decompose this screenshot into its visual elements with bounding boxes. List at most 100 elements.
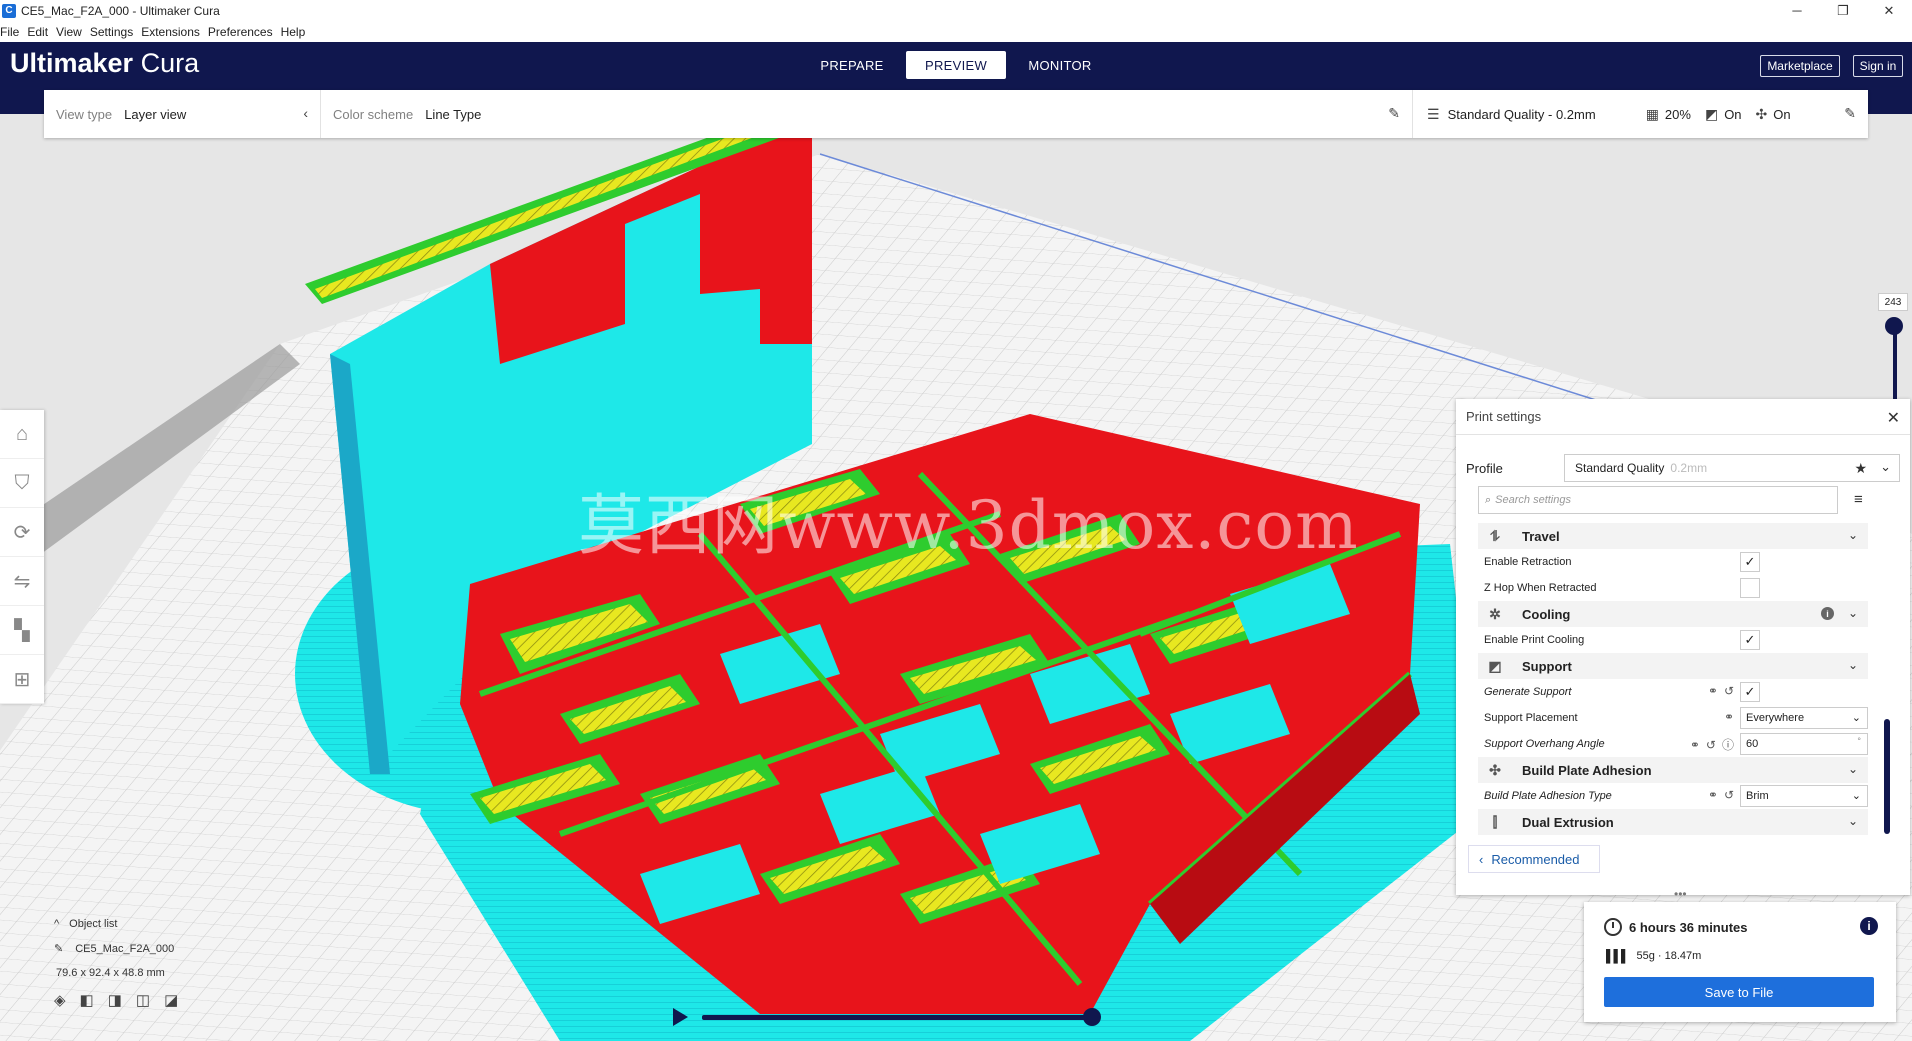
- layer-slider-handle[interactable]: [1885, 317, 1903, 335]
- support-icon[interactable]: ⛉: [0, 459, 44, 508]
- chevron-left-icon: ‹: [303, 105, 308, 121]
- simulation-slider-handle[interactable]: [1083, 1008, 1101, 1026]
- support-blocker-icon[interactable]: ⊞: [0, 655, 44, 704]
- output-action-panel: 6 hours 36 minutes i ▌▌▌ 55g · 18.47m Sa…: [1584, 902, 1896, 1022]
- pencil-icon: ✎: [54, 943, 64, 955]
- support-placement-dropdown[interactable]: Everywhere ⌄: [1740, 707, 1868, 729]
- view-left-icon[interactable]: ◫: [136, 991, 164, 1009]
- tab-prepare[interactable]: PREPARE: [802, 51, 902, 79]
- support-toolbar-icon: ◩: [1704, 105, 1719, 122]
- mirror-icon[interactable]: ⇋: [0, 557, 44, 606]
- setting-label: Enable Retraction: [1484, 556, 1572, 568]
- generate-support-checkbox[interactable]: ✓: [1740, 682, 1760, 702]
- fan-icon: ✲: [1489, 605, 1501, 622]
- settings-menu-icon[interactable]: ≡: [1854, 491, 1863, 508]
- print-time-value: 6 hours 36 minutes: [1629, 919, 1748, 935]
- profile-layer-height: 0.2mm: [1670, 461, 1708, 475]
- category-cooling[interactable]: ✲ Cooling i ⌄: [1478, 601, 1868, 627]
- prime-tower-icon[interactable]: ⌂: [0, 410, 44, 459]
- resize-handle-icon[interactable]: •••: [1674, 887, 1687, 901]
- quality-icon: ☰: [1427, 105, 1440, 122]
- profile-dropdown[interactable]: Standard Quality 0.2mm ★ ⌄: [1564, 454, 1900, 482]
- tab-monitor[interactable]: MONITOR: [1010, 51, 1110, 79]
- menu-extensions[interactable]: Extensions: [139, 25, 206, 39]
- view-type-selector[interactable]: View type Layer view ‹: [44, 90, 321, 138]
- settings-scrollbar[interactable]: [1884, 719, 1890, 834]
- view-right-icon[interactable]: ◪: [164, 991, 192, 1009]
- category-name: Support: [1522, 658, 1572, 674]
- enable-retraction-checkbox[interactable]: ✓: [1740, 552, 1760, 572]
- setting-enable-cooling: Enable Print Cooling ✓: [1478, 627, 1868, 653]
- layer-slider-track[interactable]: [1893, 325, 1897, 399]
- category-name: Cooling: [1522, 606, 1571, 622]
- category-support[interactable]: ◩ Support ⌄: [1478, 653, 1868, 679]
- star-icon[interactable]: ★: [1854, 460, 1867, 477]
- menu-help[interactable]: Help: [279, 25, 312, 39]
- chevron-down-icon: ⌄: [1847, 814, 1858, 828]
- search-icon: ⌕: [1485, 493, 1492, 506]
- view-3d-icon[interactable]: ◈: [54, 991, 80, 1009]
- window-title: CE5_Mac_F2A_000 - Ultimaker Cura: [21, 3, 220, 18]
- marketplace-button[interactable]: Marketplace: [1760, 55, 1840, 77]
- search-placeholder: Search settings: [1495, 494, 1571, 506]
- object-dimensions: 79.6 x 92.4 x 48.8 mm: [56, 967, 165, 979]
- search-input[interactable]: ⌕ Search settings: [1478, 486, 1838, 514]
- info-icon[interactable]: i: [1821, 607, 1834, 620]
- tab-preview[interactable]: PREVIEW: [906, 51, 1006, 79]
- play-icon[interactable]: [673, 1008, 688, 1026]
- sign-in-button[interactable]: Sign in: [1853, 55, 1903, 77]
- object-name: CE5_Mac_F2A_000: [75, 942, 175, 955]
- per-model-icon[interactable]: ▚: [0, 606, 44, 655]
- simulation-slider-track[interactable]: [702, 1015, 1092, 1020]
- close-icon[interactable]: ✕: [1887, 408, 1900, 428]
- enable-cooling-checkbox[interactable]: ✓: [1740, 630, 1760, 650]
- category-dual-extrusion[interactable]: ⫿ Dual Extrusion ⌄: [1478, 809, 1868, 835]
- save-to-file-button[interactable]: Save to File: [1604, 977, 1874, 1007]
- spool-icon: ▌▌▌: [1606, 949, 1629, 963]
- print-setup-selector[interactable]: ☰ Standard Quality - 0.2mm ▦ 20% ◩ On ✣ …: [1413, 90, 1868, 138]
- category-travel[interactable]: ⥮ Travel ⌄: [1478, 523, 1868, 549]
- window-controls: ─ ❐ ✕: [1774, 0, 1912, 21]
- object-item[interactable]: ✎ CE5_Mac_F2A_000: [54, 942, 192, 956]
- menu-edit[interactable]: Edit: [25, 25, 54, 39]
- print-settings-panel: Print settings ✕ Profile Standard Qualit…: [1456, 399, 1910, 901]
- overhang-angle-input[interactable]: 60 °: [1740, 733, 1868, 755]
- layer-number[interactable]: 243: [1878, 293, 1908, 311]
- color-scheme-label: Color scheme: [333, 106, 414, 122]
- object-list-title: Object list: [69, 918, 118, 930]
- profile-value: Standard Quality: [1575, 461, 1665, 475]
- info-icon[interactable]: i: [1860, 917, 1878, 935]
- chevron-down-icon: ⌄: [1847, 606, 1858, 620]
- profile-row: Profile Standard Quality 0.2mm ★ ⌄: [1466, 454, 1900, 482]
- recommended-button[interactable]: ‹ Recommended: [1468, 845, 1600, 873]
- chevron-down-icon: ⌄: [1847, 762, 1858, 776]
- link-reset-info-icons[interactable]: ⚭↺ⓘ: [1690, 736, 1740, 753]
- adhesion-type-dropdown[interactable]: Brim ⌄: [1740, 785, 1868, 807]
- maximize-button[interactable]: ❐: [1820, 0, 1866, 21]
- menu-preferences[interactable]: Preferences: [206, 25, 279, 39]
- menu-file[interactable]: File: [0, 25, 25, 39]
- dropdown-value: Brim: [1746, 790, 1769, 802]
- pencil-icon: ✎: [1388, 105, 1400, 121]
- support-value: On: [1724, 106, 1742, 122]
- menu-settings[interactable]: Settings: [88, 25, 139, 39]
- z-hop-checkbox[interactable]: [1740, 578, 1760, 598]
- rotate-icon[interactable]: ⟳: [0, 508, 44, 557]
- link-icon[interactable]: ⚭: [1724, 710, 1740, 724]
- link-reset-icons[interactable]: ⚭↺: [1708, 684, 1740, 698]
- color-scheme-value: Line Type: [425, 106, 482, 122]
- color-scheme-selector[interactable]: Color scheme Line Type ✎: [321, 90, 1413, 138]
- category-adhesion[interactable]: ✣ Build Plate Adhesion ⌄: [1478, 757, 1868, 783]
- camera-view-buttons: ◈ ◧ ◨ ◫ ◪: [54, 991, 192, 1009]
- minimize-button[interactable]: ─: [1774, 0, 1820, 21]
- adhesion-icon: ✣: [1489, 761, 1501, 778]
- object-list-header[interactable]: ^ Object list: [54, 918, 192, 930]
- link-reset-icons[interactable]: ⚭↺: [1708, 788, 1740, 802]
- menu-view[interactable]: View: [54, 25, 88, 39]
- view-toolbar: View type Layer view ‹ Color scheme Line…: [44, 90, 1868, 138]
- stage-tabs: PREPARE PREVIEW MONITOR: [802, 51, 1114, 79]
- view-top-icon[interactable]: ◨: [108, 991, 136, 1009]
- view-front-icon[interactable]: ◧: [80, 991, 108, 1009]
- chevron-up-icon: ^: [54, 918, 60, 930]
- close-window-button[interactable]: ✕: [1866, 0, 1912, 21]
